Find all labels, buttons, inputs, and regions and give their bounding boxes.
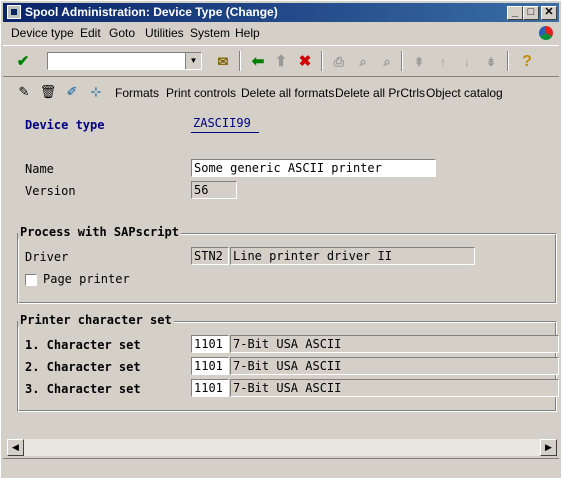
first-page-icon[interactable]: ⇞ <box>409 52 429 72</box>
sap-logo-icon <box>539 26 553 40</box>
scroll-right-icon[interactable]: ▶ <box>540 439 557 456</box>
charset-1-label: 1. Character set <box>25 338 141 352</box>
last-page-icon[interactable]: ⇟ <box>481 52 501 72</box>
charset-2-code-input[interactable]: 1101 <box>191 357 229 375</box>
toolbar-separator <box>401 51 403 71</box>
menu-utilities[interactable]: Utilities <box>145 26 184 40</box>
driver-label: Driver <box>25 250 69 264</box>
page-printer-label: Page printer <box>43 272 130 286</box>
charset-2-label: 2. Character set <box>25 360 141 374</box>
version-label: Version <box>25 184 76 198</box>
horizontal-scrollbar[interactable]: ◀ ▶ <box>7 439 557 456</box>
toolbar-separator <box>321 51 323 71</box>
window-title: Spool Administration: Device Type (Chang… <box>25 5 278 19</box>
hierarchy-icon[interactable]: ⊹ <box>87 83 105 101</box>
print-icon[interactable]: ⎙ <box>329 52 349 72</box>
help-icon[interactable]: ? <box>517 52 537 72</box>
menu-system[interactable]: System <box>190 26 230 40</box>
menu-bar: Device type Edit Goto Utilities System H… <box>3 23 559 43</box>
charset-3-description: 7-Bit USA ASCII <box>230 379 559 397</box>
save-icon[interactable]: ✉ <box>213 52 233 72</box>
find-next-icon[interactable]: ⌕ <box>377 52 397 72</box>
command-field[interactable]: ▼ <box>47 52 202 70</box>
charset-1-code-input[interactable]: 1101 <box>191 335 229 353</box>
scroll-left-icon[interactable]: ◀ <box>7 439 24 456</box>
formats-button[interactable]: Formats <box>115 86 159 100</box>
maximize-button[interactable]: □ <box>523 6 539 20</box>
menu-device-type[interactable]: Device type <box>11 26 74 40</box>
next-page-icon[interactable]: ↓ <box>457 52 477 72</box>
application-toolbar: ✎ 🗑 ✐ ⊹ Formats Print controls Delete al… <box>3 79 559 105</box>
back-arrow-icon[interactable]: ⬅ <box>248 52 268 72</box>
device-type-label: Device type <box>25 118 105 132</box>
charset-group-title: Printer character set <box>18 313 174 327</box>
enter-check-icon[interactable]: ✔ <box>13 52 33 72</box>
delete-all-prctrls-button[interactable]: Delete all PrCtrls <box>335 86 425 100</box>
previous-page-icon[interactable]: ↑ <box>433 52 453 72</box>
menu-help[interactable]: Help <box>235 26 260 40</box>
close-button[interactable]: ✕ <box>541 6 557 20</box>
toolbar-separator <box>507 51 509 71</box>
object-catalog-button[interactable]: Object catalog <box>426 86 503 100</box>
print-controls-button[interactable]: Print controls <box>166 86 236 100</box>
command-dropdown-icon[interactable]: ▼ <box>185 53 201 69</box>
delete-icon[interactable]: 🗑 <box>39 83 57 101</box>
display-change-icon[interactable]: ✎ <box>15 83 33 101</box>
menu-goto[interactable]: Goto <box>109 26 135 40</box>
driver-code-field[interactable]: STN2 <box>191 247 229 265</box>
title-bar[interactable]: Spool Administration: Device Type (Chang… <box>3 3 559 22</box>
page-printer-checkbox[interactable] <box>25 274 37 286</box>
app-icon[interactable] <box>7 5 21 19</box>
driver-description: Line printer driver II <box>230 247 475 265</box>
cancel-icon[interactable]: ✖ <box>295 52 315 72</box>
charset-2-description: 7-Bit USA ASCII <box>230 357 559 375</box>
charset-3-code-input[interactable]: 1101 <box>191 379 229 397</box>
name-label: Name <box>25 162 54 176</box>
device-type-field: ZASCII99 <box>191 115 259 133</box>
exit-up-icon[interactable]: ⬆ <box>271 52 291 72</box>
charset-3-label: 3. Character set <box>25 382 141 396</box>
name-input[interactable]: Some generic ASCII printer <box>191 159 436 177</box>
status-bar <box>3 458 559 478</box>
version-field: 56 <box>191 181 237 199</box>
minimize-button[interactable]: _ <box>507 6 523 20</box>
delete-all-formats-button[interactable]: Delete all formats <box>241 86 334 100</box>
process-group-frame <box>17 233 557 304</box>
charset-1-description: 7-Bit USA ASCII <box>230 335 559 353</box>
find-icon[interactable]: ⌕ <box>353 52 373 72</box>
standard-toolbar: ✔ ▼ ✉ ⬅ ⬆ ✖ ⎙ ⌕ ⌕ ⇞ ↑ ↓ ⇟ ? <box>3 45 559 77</box>
sap-window: Spool Administration: Device Type (Chang… <box>0 0 562 479</box>
toolbar-separator <box>239 51 241 71</box>
process-group-title: Process with SAPscript <box>18 225 181 239</box>
other-object-icon[interactable]: ✐ <box>63 83 81 101</box>
menu-edit[interactable]: Edit <box>80 26 101 40</box>
